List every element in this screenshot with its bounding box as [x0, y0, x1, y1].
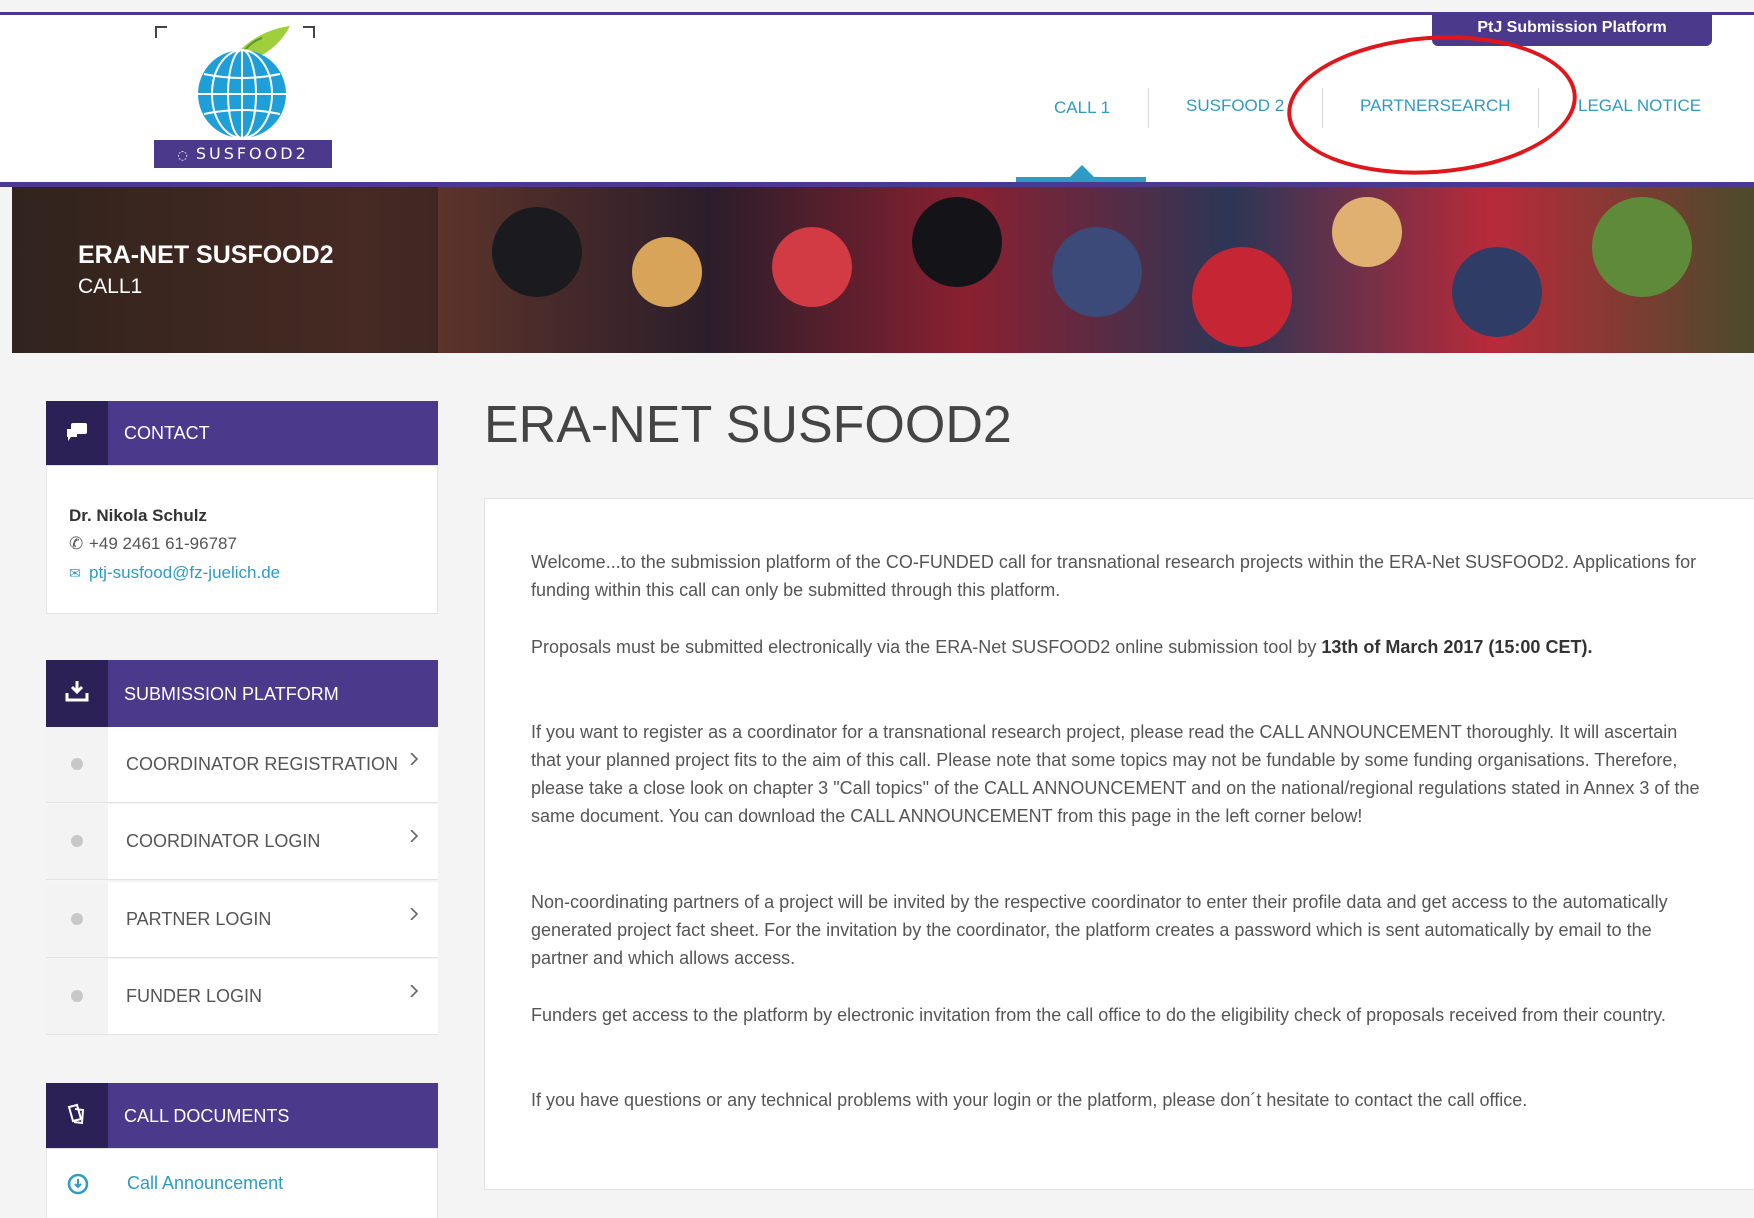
contact-name: Dr. Nikola Schulz — [69, 506, 207, 525]
chevron-right-icon — [410, 985, 419, 997]
documents-icon-box — [46, 1083, 108, 1148]
contact-panel-header: CONTACT — [46, 401, 438, 465]
menu-coordinator-login[interactable]: COORDINATOR LOGIN — [46, 804, 438, 880]
menu-item-label: COORDINATOR REGISTRATION — [126, 754, 399, 774]
banner-subtitle: CALL1 — [78, 275, 143, 298]
nav-legal-notice[interactable]: LEGAL NOTICE — [1578, 96, 1701, 116]
fruit-image — [1192, 247, 1292, 347]
chevron-right-icon — [410, 753, 419, 765]
nav-call-1[interactable]: CALL 1 — [1054, 98, 1110, 118]
call-announcement-link[interactable]: Call Announcement — [127, 1173, 283, 1194]
submission-heading: SUBMISSION PLATFORM — [124, 684, 339, 704]
submission-icon-box — [46, 660, 108, 727]
deadline-paragraph: Proposals must be submitted electronical… — [531, 633, 1711, 661]
menu-item-label: PARTNER LOGIN — [126, 909, 272, 929]
contact-email-link[interactable]: ptj-susfood@fz-juelich.de — [89, 563, 280, 582]
partners-paragraph: Non-coordinating partners of a project w… — [531, 892, 1668, 968]
hero-banner: ERA-NET SUSFOOD2 CALL1 — [12, 187, 1754, 353]
contact-phone: +49 2461 61-96787 — [89, 534, 237, 553]
envelope-icon: ✉ — [69, 565, 81, 581]
menu-bullet-column — [46, 727, 108, 802]
contact-email-row[interactable]: ✉ ptj-susfood@fz-juelich.de — [69, 563, 280, 583]
logo-wordmark: ◌ SUSFOOD2 — [154, 140, 332, 168]
menu-bullet-column — [46, 804, 108, 879]
page-title: ERA-NET SUSFOOD2 — [484, 396, 1012, 454]
download-tray-icon — [65, 681, 89, 702]
nav-separator — [1148, 88, 1149, 128]
fruit-image — [1332, 197, 1402, 267]
menu-coordinator-registration[interactable]: COORDINATOR REGISTRATION — [46, 727, 438, 803]
documents-heading: CALL DOCUMENTS — [124, 1106, 290, 1126]
deadline-period: . — [1587, 637, 1593, 657]
funders-paragraph: Funders get access to the platform by el… — [531, 1005, 1666, 1025]
eu-stars-icon: ◌ — [177, 148, 188, 162]
banner-title: ERA-NET SUSFOOD2 — [78, 241, 334, 269]
globe-icon — [198, 26, 290, 139]
main-content-box: Welcome...to the submission platform of … — [484, 498, 1754, 1190]
menu-item-label: COORDINATOR LOGIN — [126, 831, 321, 851]
contact-paragraph: If you have questions or any technical p… — [531, 1090, 1528, 1110]
contact-heading: CONTACT — [124, 423, 210, 443]
deadline-date: 13th of March 2017 (15:00 CET) — [1321, 637, 1588, 657]
banner-title-overlay — [12, 187, 438, 353]
documents-icon — [67, 1103, 85, 1125]
download-circle-icon — [67, 1173, 89, 1195]
menu-partner-login[interactable]: PARTNER LOGIN — [46, 882, 438, 958]
documents-panel: Call Announcement — [46, 1148, 438, 1218]
fruit-image — [632, 237, 702, 307]
contact-icon-box — [46, 401, 108, 465]
fruit-image — [912, 197, 1002, 287]
menu-item-label: FUNDER LOGIN — [126, 986, 263, 1006]
menu-funder-login[interactable]: FUNDER LOGIN — [46, 959, 438, 1035]
chevron-right-icon — [410, 830, 419, 842]
contact-panel: Dr. Nikola Schulz ✆ +49 2461 61-96787 ✉ pt… — [46, 465, 438, 614]
deadline-text: Proposals must be submitted electronical… — [531, 637, 1322, 657]
chat-bubbles-icon — [67, 423, 87, 441]
active-nav-indicator — [1016, 177, 1146, 182]
menu-bullet-column — [46, 882, 108, 957]
active-nav-arrow — [1070, 165, 1094, 177]
bullet-dot-icon — [71, 758, 83, 770]
nav-susfood-2[interactable]: SUSFOOD 2 — [1186, 96, 1284, 116]
bullet-dot-icon — [71, 913, 83, 925]
submission-panel-header: SUBMISSION PLATFORM — [46, 660, 438, 727]
phone-icon: ✆ — [69, 534, 84, 553]
bullet-dot-icon — [71, 835, 83, 847]
fruit-image — [492, 207, 582, 297]
fruit-image — [1452, 247, 1542, 337]
fruit-image — [1052, 227, 1142, 317]
susfood2-logo[interactable]: ◌ SUSFOOD2 — [150, 20, 335, 170]
bullet-dot-icon — [71, 990, 83, 1002]
chevron-right-icon — [410, 908, 419, 920]
contact-phone-row: ✆ +49 2461 61-96787 — [69, 534, 237, 554]
fruit-image — [1592, 197, 1692, 297]
coordinator-paragraph: If you want to register as a coordinator… — [531, 722, 1700, 826]
intro-paragraph: Welcome...to the submission platform of … — [531, 552, 1697, 600]
documents-panel-header: CALL DOCUMENTS — [46, 1083, 438, 1148]
menu-bullet-column — [46, 959, 108, 1034]
fruit-image — [772, 227, 852, 307]
